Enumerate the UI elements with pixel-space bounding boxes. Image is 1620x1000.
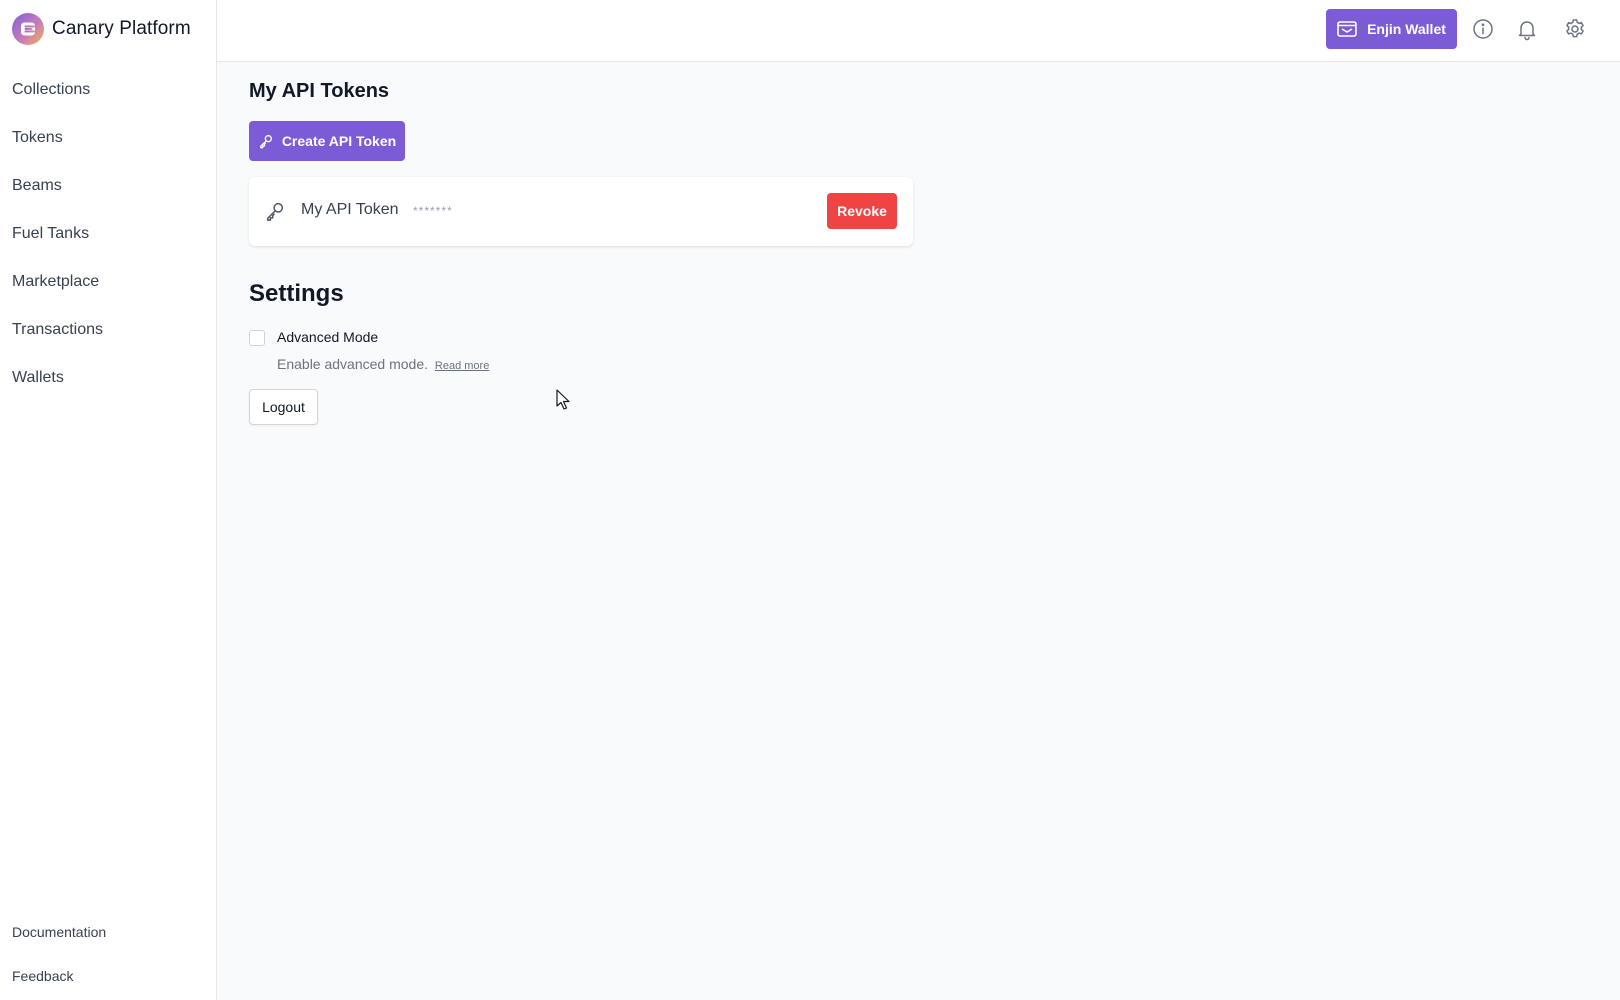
sidebar-item-collections[interactable]: Collections: [0, 66, 217, 114]
logout-button[interactable]: Logout: [249, 389, 318, 425]
sidebar-nav: Collections Tokens Beams Fuel Tanks Mark…: [0, 66, 217, 402]
info-icon[interactable]: [1471, 17, 1495, 41]
create-api-token-button[interactable]: Create API Token: [249, 121, 405, 161]
advanced-mode-help: Enable advanced mode. Read more: [277, 356, 489, 372]
sidebar-item-wallets[interactable]: Wallets: [0, 354, 217, 402]
sidebar-item-marketplace[interactable]: Marketplace: [0, 258, 217, 306]
sidebar: Canary Platform Collections Tokens Beams…: [0, 0, 217, 1000]
enjin-wallet-label: Enjin Wallet: [1367, 21, 1446, 37]
app-root: Canary Platform Collections Tokens Beams…: [0, 0, 1620, 1000]
brand[interactable]: Canary Platform: [12, 13, 191, 45]
sidebar-item-transactions[interactable]: Transactions: [0, 306, 217, 354]
mouse-cursor-icon: [556, 389, 570, 410]
wallet-icon: [1337, 21, 1357, 37]
sidebar-item-fuel-tanks[interactable]: Fuel Tanks: [0, 210, 217, 258]
enjin-wallet-button[interactable]: Enjin Wallet: [1326, 9, 1457, 49]
topbar: Enjin Wallet: [217, 0, 1620, 62]
gear-icon[interactable]: [1563, 17, 1587, 41]
brand-name: Canary Platform: [52, 18, 191, 39]
revoke-button[interactable]: Revoke: [827, 193, 897, 229]
page-title: My API Tokens: [249, 80, 390, 102]
advanced-mode-checkbox[interactable]: [249, 330, 265, 346]
bell-icon[interactable]: [1515, 17, 1539, 41]
key-icon: [259, 135, 272, 149]
create-api-token-label: Create API Token: [281, 133, 397, 149]
read-more-link[interactable]: Read more: [435, 360, 489, 372]
api-token-name: My API Token: [301, 201, 399, 218]
sidebar-item-beams[interactable]: Beams: [0, 162, 217, 210]
advanced-mode-label[interactable]: Advanced Mode: [277, 329, 378, 345]
api-token-row: My API Token ******* Revoke: [249, 177, 913, 246]
sidebar-item-documentation[interactable]: Documentation: [0, 910, 217, 954]
sidebar-item-tokens[interactable]: Tokens: [0, 114, 217, 162]
sidebar-bottom-nav: Documentation Feedback: [0, 910, 217, 998]
key-icon: [266, 202, 284, 221]
advanced-mode-help-text: Enable advanced mode.: [277, 356, 428, 372]
sidebar-item-feedback[interactable]: Feedback: [0, 954, 217, 998]
settings-title: Settings: [249, 280, 344, 307]
enjin-logo-icon: [12, 13, 44, 45]
api-token-masked-value: *******: [413, 204, 453, 218]
